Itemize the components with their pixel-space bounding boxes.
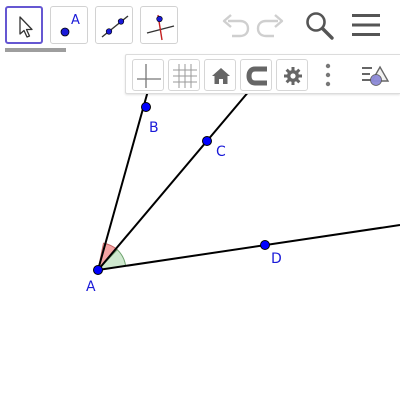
point-tool-label: A [71,13,80,28]
point-d[interactable] [260,240,270,250]
home-icon [212,68,230,84]
toolbar: A [0,0,400,54]
point-c-label: C [216,144,226,160]
redo-button[interactable] [254,8,288,42]
redo-icon [256,14,284,38]
point-tool-button[interactable]: A [50,6,88,44]
point-a-label: A [86,279,96,295]
toggle-style-bar-button[interactable] [358,59,390,91]
axes-icon [137,64,161,88]
undo-button[interactable] [218,8,252,42]
more-options-button[interactable] [312,59,344,91]
line-through-points-icon [101,15,129,38]
search-button[interactable] [302,8,336,42]
grid-icon [173,64,197,88]
undo-icon [222,14,250,38]
point-a[interactable] [93,265,103,275]
gear-icon [284,67,302,85]
standard-view-button[interactable] [204,59,236,91]
point-d-label: D [271,251,282,267]
graphics-settings-button[interactable] [276,59,308,91]
perpendicular-line-icon [146,14,175,41]
main-menu-button[interactable] [349,8,383,42]
search-icon [306,12,334,40]
ray-ac[interactable] [97,89,251,271]
magnet-icon [246,66,267,86]
show-grid-button[interactable] [168,59,200,91]
ray-ad[interactable] [97,224,400,271]
point-b[interactable] [141,102,151,112]
move-tool-button[interactable] [5,6,43,44]
point-c[interactable] [202,136,212,146]
vertical-dots-icon [325,63,331,87]
hamburger-menu-icon [352,14,380,36]
point-b-label: B [149,120,159,136]
style-bar [125,54,400,94]
perpendicular-line-tool-button[interactable] [140,6,178,44]
arrow-cursor-icon [19,16,33,38]
line-tool-button[interactable] [95,6,133,44]
point-capturing-button[interactable] [240,59,272,91]
point-icon: A [60,13,80,37]
active-tool-indicator [5,48,66,52]
show-axes-button[interactable] [132,59,164,91]
style-bar-triangle-icon [362,65,390,86]
